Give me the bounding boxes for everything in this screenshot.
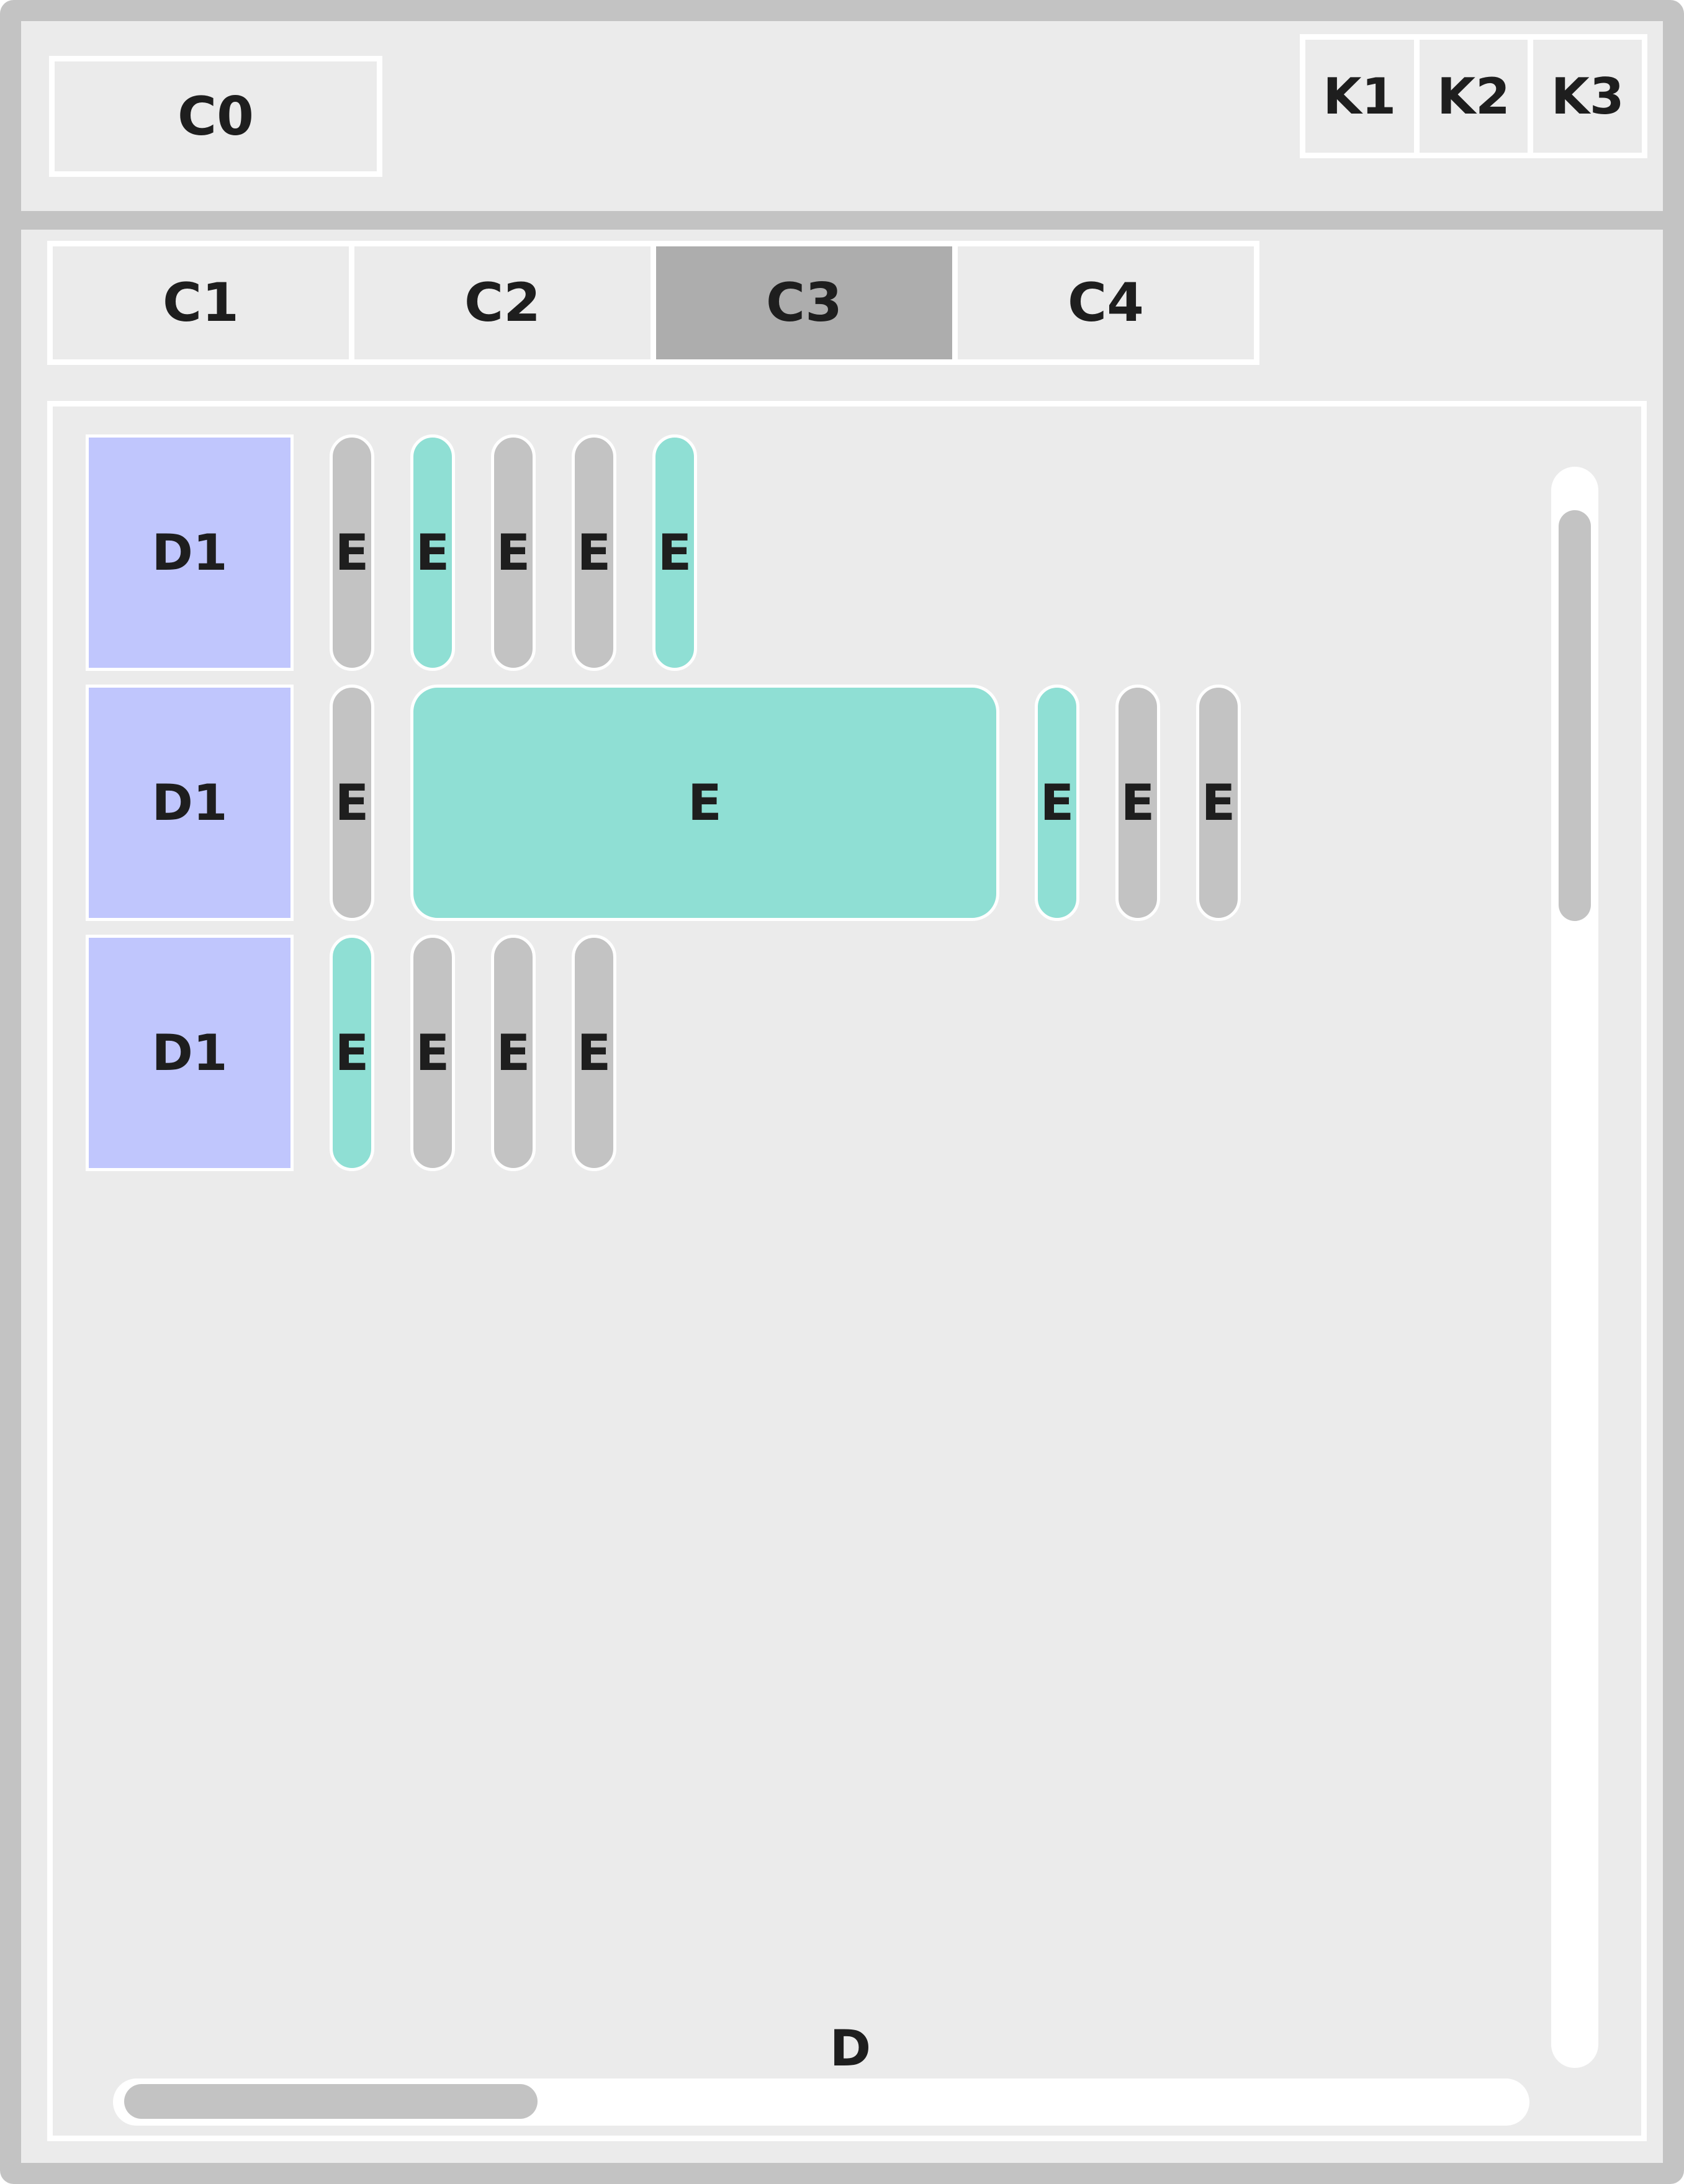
item-pill[interactable]: E [410, 935, 455, 1171]
item-pill[interactable]: E [572, 434, 616, 671]
item-pill[interactable]: E [1035, 685, 1079, 921]
tab-c2[interactable]: C2 [354, 246, 656, 359]
tab-c4[interactable]: C4 [958, 246, 1254, 359]
tab-c3[interactable]: C3 [656, 246, 958, 359]
item-pill[interactable]: E [572, 935, 616, 1171]
item-pill[interactable]: E [330, 935, 374, 1171]
item-pill[interactable]: E [1196, 685, 1241, 921]
item-block-wide[interactable]: E [410, 685, 999, 921]
control-button-k3[interactable]: K3 [1533, 40, 1642, 153]
control-button-k1[interactable]: K1 [1305, 40, 1420, 153]
item-pill[interactable]: E [491, 935, 536, 1171]
panel-label: D [829, 2019, 871, 2077]
title-box: C0 [49, 56, 382, 177]
title-box-label: C0 [178, 85, 254, 148]
tab-c1[interactable]: C1 [53, 246, 354, 359]
item-pill[interactable]: E [330, 434, 374, 671]
tab-bar: C1 C2 C3 C4 [47, 241, 1259, 365]
item-pill[interactable]: E [330, 685, 374, 921]
horizontal-scrollbar-thumb[interactable] [124, 2084, 538, 2119]
row-header[interactable]: D1 [86, 935, 294, 1171]
item-pill[interactable]: E [410, 434, 455, 671]
header-divider [21, 211, 1663, 230]
control-button-k2[interactable]: K2 [1420, 40, 1534, 153]
item-pill[interactable]: E [491, 434, 536, 671]
vertical-scrollbar-thumb[interactable] [1559, 510, 1591, 921]
row-header[interactable]: D1 [86, 434, 294, 671]
control-button-group: K1 K2 K3 [1300, 34, 1647, 158]
item-pill[interactable]: E [652, 434, 697, 671]
row-header[interactable]: D1 [86, 685, 294, 921]
item-pill[interactable]: E [1115, 685, 1160, 921]
